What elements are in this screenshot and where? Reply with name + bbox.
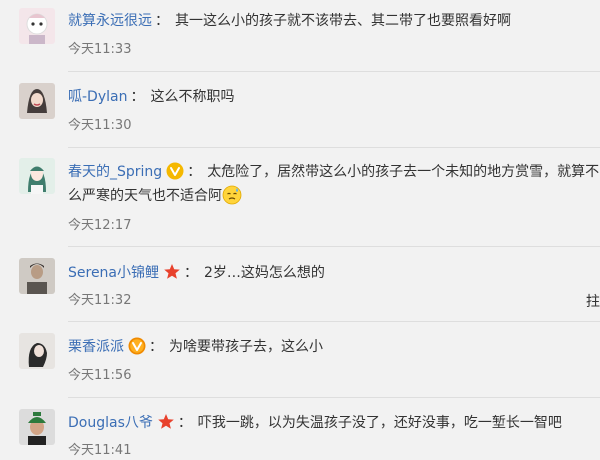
comment-line: 栗香派派 ： 为啥要带孩子去，这么小 [68, 336, 600, 358]
red-star-badge-icon [157, 413, 175, 431]
comment-text: 2岁…这妈怎么想的 [204, 265, 325, 281]
comment-text-continued: 么严寒的天气也不适合阿 [68, 188, 222, 204]
username-link[interactable]: Douglas八爷 [68, 415, 153, 431]
gold-v-badge-icon [166, 162, 184, 180]
anime-girl-avatar-icon[interactable] [19, 158, 55, 194]
sweat-face-emoji-icon [222, 185, 242, 205]
girl-cartoon-avatar-icon[interactable] [19, 8, 55, 44]
username-link[interactable]: 呱-Dylan [68, 89, 127, 105]
comment-text: 太危险了，居然带这么小的孩子去一个未知的地方赏雪，就算不 [207, 164, 600, 180]
separator: ： [149, 339, 163, 355]
divider [68, 397, 600, 398]
separator: ： [187, 164, 202, 180]
username-link[interactable]: 栗香派派 [68, 339, 124, 355]
woman-profile-avatar-icon[interactable] [19, 333, 55, 369]
separator: ： [130, 89, 145, 105]
comment-text: 其一这么小的孩子就不该带去、其二带了也要照看好啊 [175, 13, 511, 29]
timestamp: 今天11:33 [68, 42, 132, 57]
orange-v-badge-icon [128, 337, 146, 355]
comment-line: 呱-Dylan： 这么不称职吗 [68, 86, 600, 108]
username-link[interactable]: 就算永远很远 [68, 13, 152, 29]
separator: ： [155, 13, 169, 29]
person-photo-avatar-icon[interactable] [19, 258, 55, 294]
cropped-reply-glyph: 拄 [586, 294, 600, 310]
divider [68, 71, 600, 72]
comment-line-continued: 么严寒的天气也不适合阿 [68, 185, 600, 207]
timestamp: 今天11:41 [68, 443, 132, 458]
comment-line: 春天的_Spring ： 太危险了，居然带这么小的孩子去一个未知的地方赏雪，就算不 [68, 161, 600, 183]
comment-line: 就算永远很远： 其一这么小的孩子就不该带去、其二带了也要照看好啊 [68, 10, 600, 32]
divider [68, 321, 600, 322]
red-star-badge-icon [163, 263, 181, 281]
woman-photo-avatar-icon[interactable] [19, 83, 55, 119]
comment-line: Douglas八爷 ： 吓我一跳，以为失温孩子没了，还好没事，吃一堑长一智吧 [68, 412, 600, 434]
separator: ： [184, 265, 199, 281]
timestamp: 今天11:32 [68, 293, 132, 308]
comment-text: 这么不称职吗 [150, 89, 235, 105]
man-cap-avatar-icon[interactable] [19, 409, 55, 445]
divider [68, 246, 600, 247]
comment-line: Serena小锦鲤 ： 2岁…这妈怎么想的 [68, 262, 600, 284]
divider [68, 147, 600, 148]
comment-text: 吓我一跳，以为失温孩子没了，还好没事，吃一堑长一智吧 [197, 415, 562, 431]
timestamp: 今天11:30 [68, 118, 132, 133]
separator: ： [177, 415, 192, 431]
username-link[interactable]: Serena小锦鲤 [68, 265, 159, 281]
comment-text: 为啥要带孩子去，这么小 [169, 339, 323, 355]
timestamp: 今天12:17 [68, 218, 132, 233]
username-link[interactable]: 春天的_Spring [68, 164, 162, 180]
timestamp: 今天11:56 [68, 368, 132, 383]
